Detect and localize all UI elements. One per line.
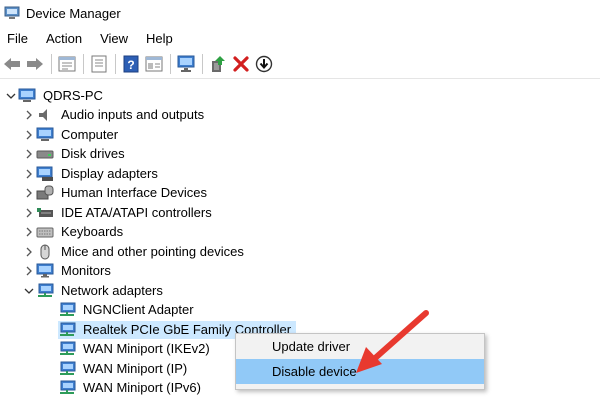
chevron-right-icon[interactable]: [22, 225, 36, 239]
computer-icon: [18, 88, 36, 104]
tree-category[interactable]: Display adapters: [0, 164, 600, 184]
category-label: Display adapters: [59, 165, 160, 183]
menu-file[interactable]: File: [5, 30, 30, 47]
category-label: Monitors: [59, 262, 113, 280]
toolbar-separator: [51, 54, 52, 74]
title-bar: Device Manager: [0, 0, 600, 26]
tree-category[interactable]: Mice and other pointing devices: [0, 242, 600, 262]
tree-category[interactable]: Computer: [0, 125, 600, 145]
category-label: Computer: [59, 126, 120, 144]
monitor-scan-icon[interactable]: [176, 54, 196, 74]
chevron-right-icon[interactable]: [22, 245, 36, 259]
category-label: Keyboards: [59, 223, 125, 241]
tree-category[interactable]: Disk drives: [0, 145, 600, 165]
network-adapter-icon: [58, 380, 76, 396]
chevron-right-icon[interactable]: [22, 186, 36, 200]
chevron-down-icon[interactable]: [22, 284, 36, 298]
hid-icon: [36, 185, 54, 201]
tree-category[interactable]: Audio inputs and outputs: [0, 106, 600, 126]
chevron-right-icon[interactable]: [22, 147, 36, 161]
forward-icon[interactable]: [25, 54, 45, 74]
network-adapter-icon: [58, 341, 76, 357]
help-icon[interactable]: ?: [121, 54, 141, 74]
network-adapter-icon: [58, 322, 76, 338]
category-label: Mice and other pointing devices: [59, 243, 246, 261]
toolbar: ?: [0, 50, 600, 79]
view-icon[interactable]: [144, 54, 164, 74]
device-label: WAN Miniport (IPv6): [81, 379, 203, 397]
category-label: IDE ATA/ATAPI controllers: [59, 204, 214, 222]
disable-device-menu-item[interactable]: Disable device: [236, 359, 484, 384]
mouse-icon: [36, 244, 54, 260]
menu-view[interactable]: View: [98, 30, 130, 47]
chevron-right-icon[interactable]: [22, 167, 36, 181]
window-icon[interactable]: [89, 54, 109, 74]
tree-category[interactable]: Monitors: [0, 262, 600, 282]
disk-drive-icon: [36, 146, 54, 162]
back-icon[interactable]: [2, 54, 22, 74]
tree-root[interactable]: QDRS-PC: [0, 86, 600, 106]
network-adapter-icon: [36, 283, 54, 299]
device-manager-app-icon: [4, 6, 20, 20]
chevron-down-icon[interactable]: [4, 89, 18, 103]
network-adapter-icon: [58, 361, 76, 377]
tree-category[interactable]: Human Interface Devices: [0, 184, 600, 204]
toolbar-separator: [202, 54, 203, 74]
category-label: Network adapters: [59, 282, 165, 300]
update-driver-menu-item[interactable]: Update driver: [236, 334, 484, 359]
tree-category-expanded[interactable]: Network adapters: [0, 281, 600, 301]
disable-icon[interactable]: [254, 54, 274, 74]
toolbar-separator: [170, 54, 171, 74]
svg-text:?: ?: [127, 58, 134, 72]
device-label: WAN Miniport (IKEv2): [81, 340, 212, 358]
tree-category[interactable]: IDE ATA/ATAPI controllers: [0, 203, 600, 223]
toolbar-separator: [83, 54, 84, 74]
chevron-right-icon[interactable]: [22, 264, 36, 278]
menu-action[interactable]: Action: [44, 30, 84, 47]
chevron-right-icon[interactable]: [22, 206, 36, 220]
category-label: Audio inputs and outputs: [59, 106, 206, 124]
toolbar-separator: [115, 54, 116, 74]
tree-category[interactable]: Keyboards: [0, 223, 600, 243]
computer-icon: [36, 127, 54, 143]
category-label: Human Interface Devices: [59, 184, 209, 202]
speaker-icon: [36, 107, 54, 123]
monitor-icon: [36, 263, 54, 279]
context-menu: Update driver Disable device: [235, 333, 485, 390]
uninstall-icon[interactable]: [231, 54, 251, 74]
menu-help[interactable]: Help: [144, 30, 175, 47]
chevron-right-icon[interactable]: [22, 128, 36, 142]
display-adapter-icon: [36, 166, 54, 182]
properties-icon[interactable]: [57, 54, 77, 74]
menu-bar: File Action View Help: [0, 26, 600, 50]
ide-controller-icon: [36, 205, 54, 221]
keyboard-icon: [36, 224, 54, 240]
device-label: NGNClient Adapter: [81, 301, 196, 319]
device-label: WAN Miniport (IP): [81, 360, 189, 378]
network-adapter-icon: [58, 302, 76, 318]
window-title: Device Manager: [26, 6, 121, 21]
update-driver-icon[interactable]: [208, 54, 228, 74]
category-label: Disk drives: [59, 145, 127, 163]
tree-device[interactable]: NGNClient Adapter: [0, 301, 600, 321]
tree-root-label: QDRS-PC: [41, 87, 105, 105]
chevron-right-icon[interactable]: [22, 108, 36, 122]
